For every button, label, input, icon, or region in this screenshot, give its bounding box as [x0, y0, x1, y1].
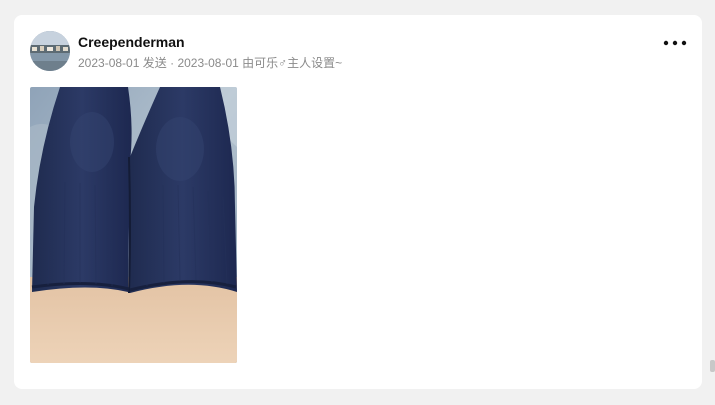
posted-date: 2023-08-01 [78, 56, 140, 70]
scrollbar-handle[interactable] [710, 360, 715, 372]
set-date: 2023-08-01 [177, 56, 239, 70]
author-name[interactable]: Creependerman [78, 34, 185, 50]
photo-image [30, 87, 237, 363]
more-dots-icon [663, 40, 687, 46]
more-options-button[interactable] [662, 35, 688, 51]
set-label: 由可乐♂主人设置~ [242, 56, 343, 70]
posted-label: 发送 [142, 56, 167, 70]
post-card: Creependerman 2023-08-01 发送 · 2023-08-01… [14, 15, 702, 389]
meta-separator: · [170, 56, 175, 70]
avatar[interactable] [30, 31, 70, 71]
avatar-image [30, 31, 70, 71]
post-meta: 2023-08-01 发送 · 2023-08-01 由可乐♂主人设置~ [78, 54, 342, 71]
post-photo[interactable] [30, 87, 237, 363]
